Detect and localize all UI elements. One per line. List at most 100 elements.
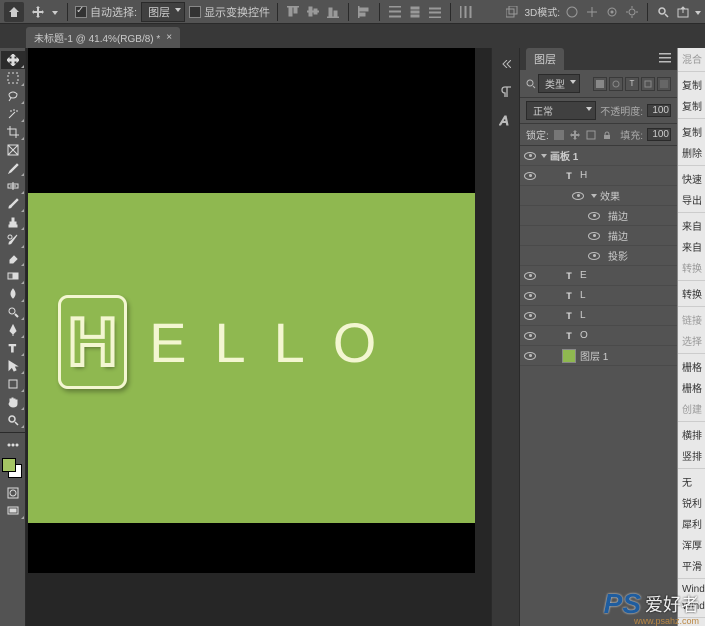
eyedropper-tool[interactable]: [1, 159, 25, 177]
home-icon[interactable]: [4, 2, 24, 22]
menu-item[interactable]: 横排: [678, 424, 705, 445]
menu-item[interactable]: 来自: [678, 215, 705, 236]
document-tab[interactable]: 未标题-1 @ 41.4%(RGB/8) * ×: [26, 27, 180, 48]
color-swatches[interactable]: [2, 458, 23, 480]
filter-smart-icon[interactable]: [657, 77, 671, 91]
menu-item[interactable]: 犀利: [678, 513, 705, 534]
visibility-icon[interactable]: [588, 212, 600, 220]
expand-panel-icon[interactable]: [496, 54, 516, 74]
lock-artboard-icon[interactable]: [585, 129, 597, 141]
gradient-tool[interactable]: [1, 267, 25, 285]
distribute-bottom-icon[interactable]: [427, 4, 443, 20]
visibility-icon[interactable]: [524, 312, 536, 320]
orbit-icon[interactable]: [564, 4, 580, 20]
auto-select-checkbox[interactable]: 自动选择:: [75, 4, 137, 20]
layer-shadow[interactable]: 投影: [520, 246, 677, 266]
visibility-icon[interactable]: [524, 352, 536, 360]
visibility-icon[interactable]: [588, 252, 600, 260]
layer-bg[interactable]: 图层 1: [520, 346, 677, 366]
blur-tool[interactable]: [1, 285, 25, 303]
path-select-tool[interactable]: [1, 357, 25, 375]
eraser-tool[interactable]: [1, 249, 25, 267]
pen-tool[interactable]: [1, 321, 25, 339]
menu-item[interactable]: 复制: [678, 95, 705, 116]
menu-item[interactable]: Wind: [678, 598, 705, 615]
visibility-icon[interactable]: [524, 332, 536, 340]
marquee-tool[interactable]: [1, 69, 25, 87]
lasso-tool[interactable]: [1, 87, 25, 105]
visibility-icon[interactable]: [588, 232, 600, 240]
frame-tool[interactable]: [1, 141, 25, 159]
visibility-icon[interactable]: [524, 152, 536, 160]
move-tool-icon[interactable]: [28, 2, 48, 22]
menu-item[interactable]: 无: [678, 471, 705, 492]
layer-o[interactable]: TO: [520, 326, 677, 346]
menu-item[interactable]: 平滑: [678, 555, 705, 576]
move-tool[interactable]: [1, 51, 25, 69]
slide-icon[interactable]: [604, 4, 620, 20]
menu-item[interactable]: 转换: [678, 283, 705, 304]
zoom-tool[interactable]: [1, 411, 25, 429]
blend-mode-select[interactable]: 正常: [526, 101, 596, 120]
layer-stroke1[interactable]: 描边: [520, 206, 677, 226]
align-top-icon[interactable]: [285, 4, 301, 20]
3d-icon[interactable]: [504, 4, 520, 20]
quickmask-icon[interactable]: [1, 484, 25, 502]
lock-pixels-icon[interactable]: [553, 129, 565, 141]
canvas-area[interactable]: H E L L O: [26, 48, 491, 626]
wand-tool[interactable]: [1, 105, 25, 123]
filter-type-dropdown[interactable]: 类型: [538, 74, 580, 93]
filter-shape-icon[interactable]: [641, 77, 655, 91]
visibility-icon[interactable]: [524, 172, 536, 180]
layers-tab[interactable]: 图层: [526, 48, 564, 70]
close-icon[interactable]: ×: [166, 32, 172, 43]
search-icon[interactable]: [655, 4, 671, 20]
distribute-left-icon[interactable]: [458, 4, 474, 20]
stamp-tool[interactable]: [1, 213, 25, 231]
history-brush-tool[interactable]: [1, 231, 25, 249]
type-tool[interactable]: T: [1, 339, 25, 357]
layer-stroke2[interactable]: 描边: [520, 226, 677, 246]
align-vcenter-icon[interactable]: [305, 4, 321, 20]
panel-menu-icon[interactable]: [659, 53, 671, 66]
menu-item[interactable]: 来自: [678, 236, 705, 257]
auto-select-target-dropdown[interactable]: 图层: [141, 2, 185, 22]
menu-item[interactable]: 锐利: [678, 492, 705, 513]
filter-pixel-icon[interactable]: [593, 77, 607, 91]
align-bottom-icon[interactable]: [325, 4, 341, 20]
distribute-vcenter-icon[interactable]: [407, 4, 423, 20]
pan-icon[interactable]: [584, 4, 600, 20]
screenmode-icon[interactable]: [1, 502, 25, 520]
dodge-tool[interactable]: [1, 303, 25, 321]
edit-toolbar-icon[interactable]: [1, 436, 25, 454]
layer-e[interactable]: TE: [520, 266, 677, 286]
distribute-top-icon[interactable]: [387, 4, 403, 20]
layer-l1[interactable]: TL: [520, 286, 677, 306]
menu-item[interactable]: 复制: [678, 74, 705, 95]
crop-tool[interactable]: [1, 123, 25, 141]
visibility-icon[interactable]: [524, 272, 536, 280]
layer-h[interactable]: TH: [520, 166, 677, 186]
menu-item[interactable]: 删除: [678, 142, 705, 163]
paragraph-panel-icon[interactable]: [496, 82, 516, 102]
healing-tool[interactable]: [1, 177, 25, 195]
workspace-dropdown-icon[interactable]: [695, 6, 701, 18]
filter-type-icon[interactable]: T: [625, 77, 639, 91]
foreground-color[interactable]: [2, 458, 16, 472]
lock-all-icon[interactable]: [601, 129, 613, 141]
menu-item[interactable]: 快速: [678, 168, 705, 189]
lock-position-icon[interactable]: [569, 129, 581, 141]
share-icon[interactable]: [675, 4, 691, 20]
menu-item[interactable]: 复制: [678, 121, 705, 142]
visibility-icon[interactable]: [524, 292, 536, 300]
character-panel-icon[interactable]: A: [496, 110, 516, 130]
menu-item[interactable]: 竖排: [678, 445, 705, 466]
align-left-icon[interactable]: [356, 4, 372, 20]
fill-input[interactable]: [647, 128, 671, 141]
menu-item[interactable]: 浑厚: [678, 534, 705, 555]
layer-l2[interactable]: TL: [520, 306, 677, 326]
visibility-icon[interactable]: [572, 192, 584, 200]
opacity-input[interactable]: [647, 104, 671, 117]
layer-effects[interactable]: 效果: [520, 186, 677, 206]
brush-tool[interactable]: [1, 195, 25, 213]
